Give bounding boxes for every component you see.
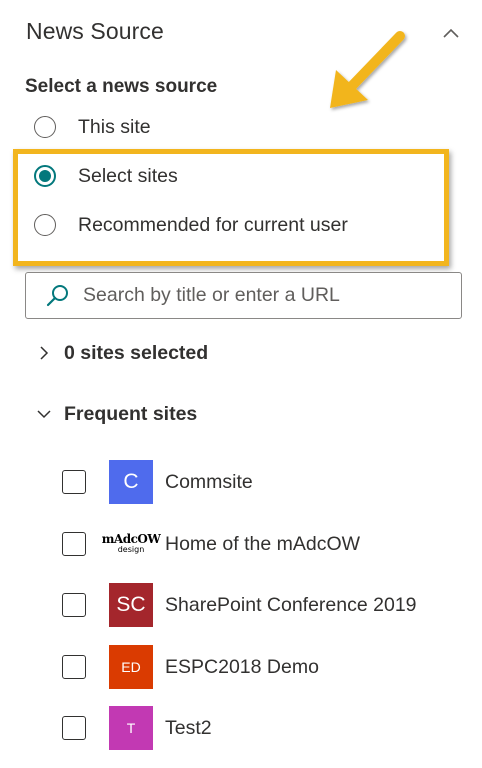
- madcow-logo-text: mAdcOW: [101, 532, 161, 546]
- news-source-panel: News Source Select a news source This si…: [0, 0, 482, 768]
- site-name: Test2: [165, 716, 212, 739]
- site-checkbox[interactable]: [62, 593, 86, 617]
- site-logo-sc: SC: [109, 583, 153, 627]
- site-name: Home of the mAdcOW: [165, 532, 361, 555]
- site-item-madcow[interactable]: mAdcOW design Home of the mAdcOW: [62, 521, 360, 567]
- chevron-right-icon: [40, 346, 49, 360]
- site-logo-madcow: mAdcOW design: [102, 522, 161, 566]
- site-item-espc2018-demo[interactable]: ED ESPC2018 Demo: [62, 644, 319, 690]
- annotation-arrow-icon: [330, 31, 405, 108]
- site-name: ESPC2018 Demo: [165, 655, 319, 678]
- frequent-sites-label: Frequent sites: [64, 402, 198, 425]
- site-item-commsite[interactable]: C Commsite: [62, 459, 253, 505]
- site-checkbox[interactable]: [62, 655, 86, 679]
- collapse-button[interactable]: [436, 18, 466, 48]
- annotation-highlight-box: [13, 149, 449, 266]
- radio-button-this-site[interactable]: [34, 116, 56, 138]
- site-item-test2[interactable]: T Test2: [62, 705, 212, 751]
- news-source-group-label: Select a news source: [25, 76, 218, 97]
- chevron-up-icon: [443, 28, 459, 38]
- site-item-sharepoint-conference[interactable]: SC SharePoint Conference 2019: [62, 582, 417, 628]
- section-title: News Source: [26, 18, 164, 44]
- search-icon: [46, 284, 68, 306]
- chevron-down-icon: [37, 410, 51, 419]
- radio-label-this-site: This site: [78, 115, 151, 138]
- site-logo-t: T: [109, 706, 153, 750]
- site-name: SharePoint Conference 2019: [165, 593, 417, 616]
- site-checkbox[interactable]: [62, 716, 86, 740]
- site-logo-commsite: C: [109, 460, 153, 504]
- site-name: Commsite: [165, 470, 253, 493]
- madcow-logo-subtext: design: [117, 545, 145, 554]
- site-checkbox[interactable]: [62, 470, 86, 494]
- selected-sites-label: 0 sites selected: [64, 341, 209, 364]
- site-search-box[interactable]: [25, 272, 462, 319]
- radio-option-this-site[interactable]: This site: [34, 111, 151, 143]
- site-checkbox[interactable]: [62, 532, 86, 556]
- site-logo-ed: ED: [109, 645, 153, 689]
- selected-sites-expander[interactable]: 0 sites selected: [36, 338, 208, 368]
- frequent-sites-expander[interactable]: Frequent sites: [36, 399, 197, 429]
- search-input[interactable]: [83, 284, 443, 307]
